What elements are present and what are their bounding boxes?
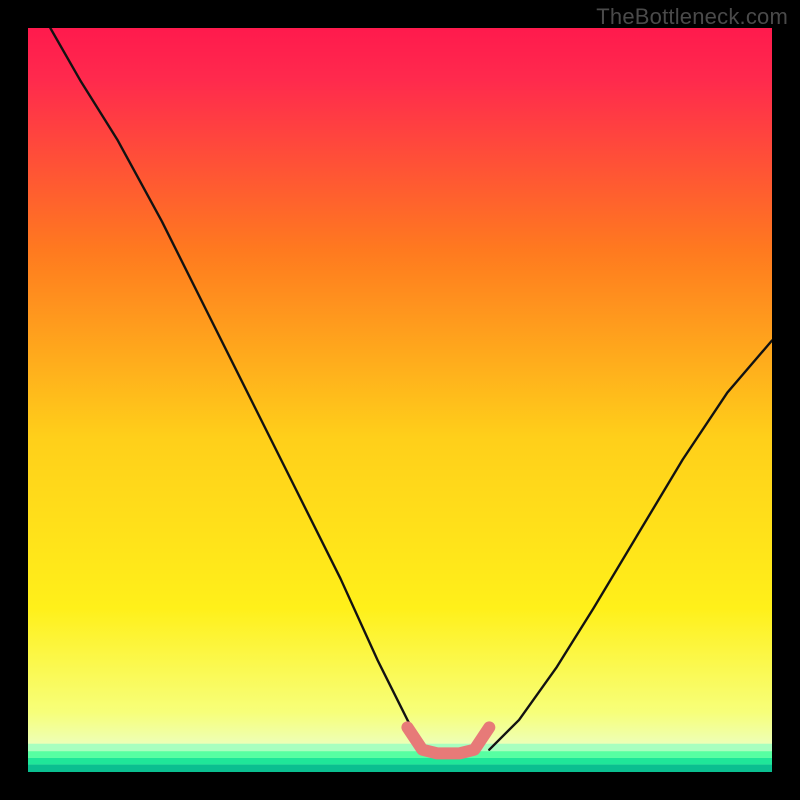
right-curve — [489, 340, 772, 749]
watermark-text: TheBottleneck.com — [596, 4, 788, 30]
chart-frame: TheBottleneck.com — [0, 0, 800, 800]
plot-area — [28, 28, 772, 772]
left-curve — [50, 28, 422, 750]
curve-layer — [28, 28, 772, 772]
valley-accent — [407, 727, 489, 753]
